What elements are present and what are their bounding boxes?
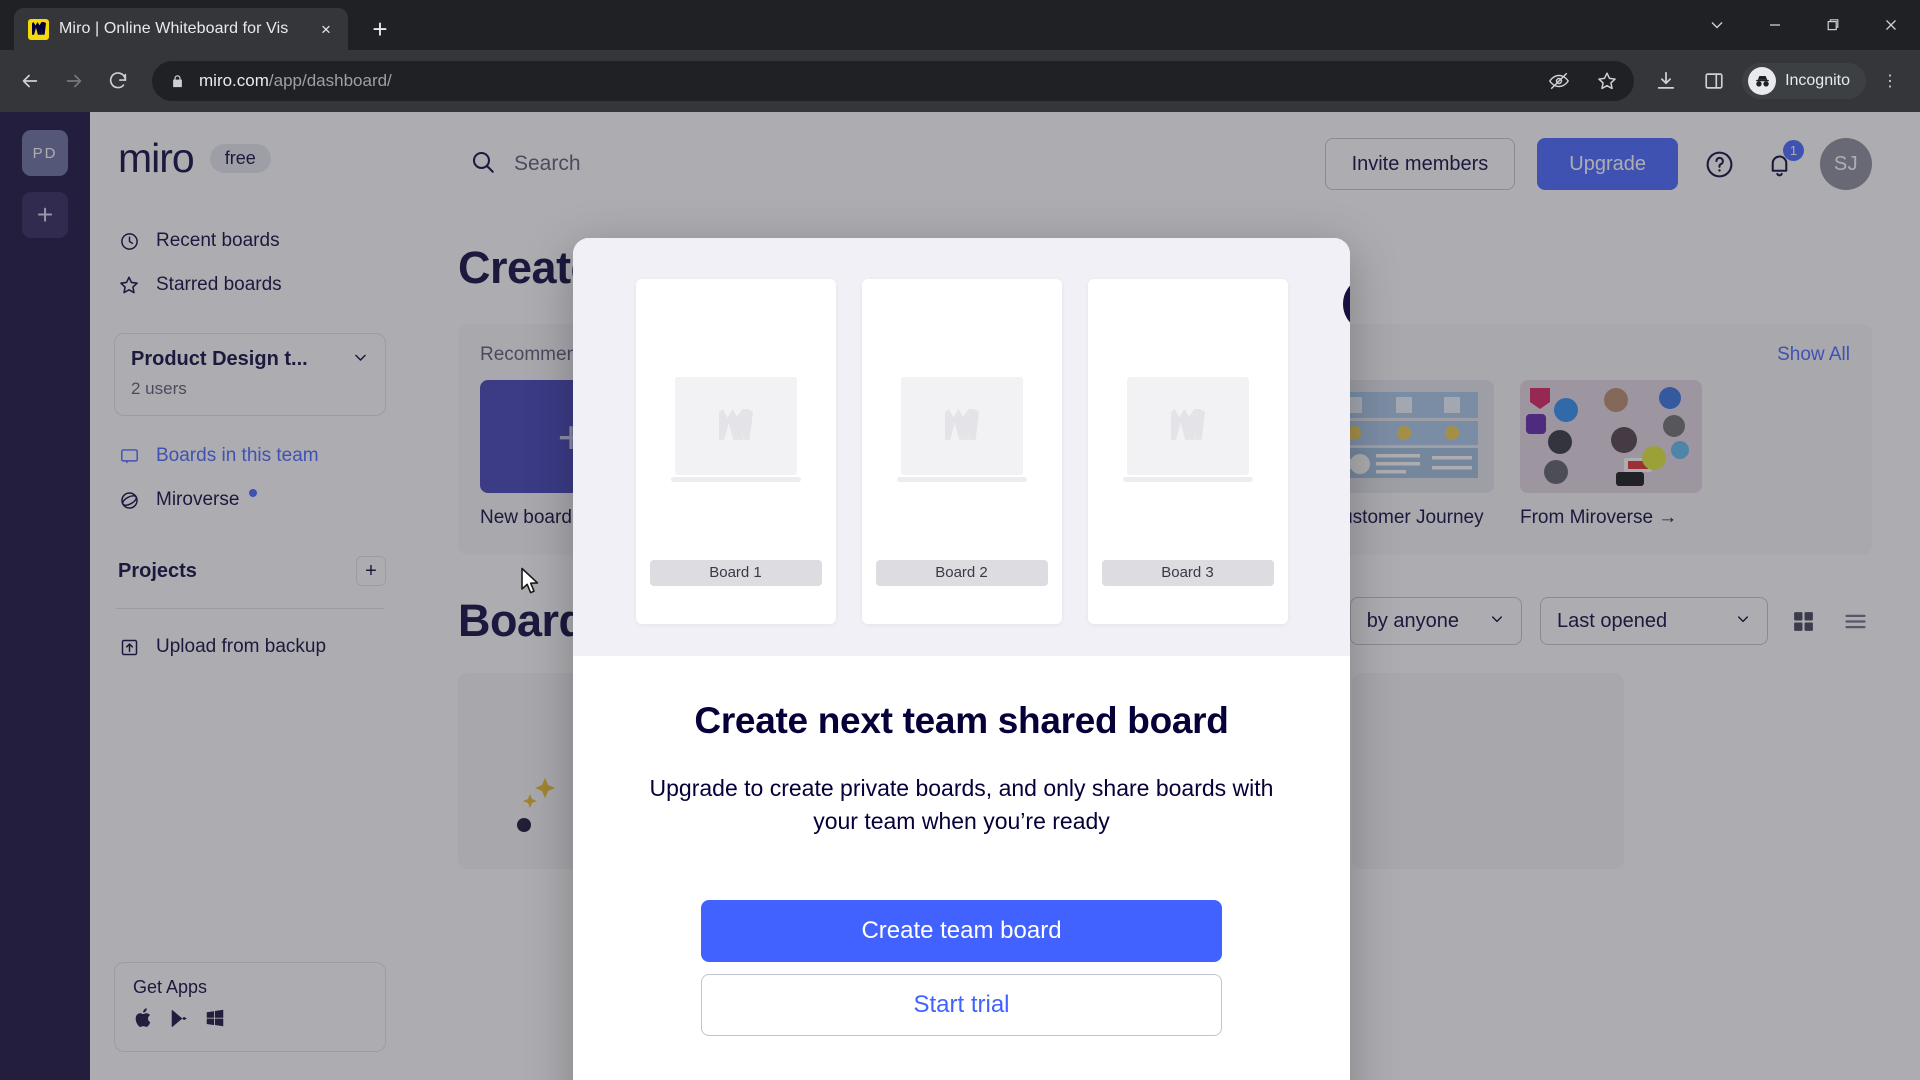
- create-team-board-button[interactable]: Create team board: [701, 899, 1222, 962]
- modal-title: Create next team shared board: [694, 700, 1229, 741]
- browser-menu-button[interactable]: ⋮: [1874, 62, 1906, 100]
- browser-tab[interactable]: Miro | Online Whiteboard for Vis ×: [14, 8, 348, 50]
- hero-board-card: Board 1: [635, 278, 836, 624]
- miro-placeholder-icon: [670, 376, 801, 482]
- mouse-cursor: [520, 567, 542, 602]
- new-tab-button[interactable]: +: [362, 11, 398, 47]
- modal-body: Create next team shared board Upgrade to…: [573, 656, 1350, 1080]
- address-bar-url: miro.com/app/dashboard/: [199, 71, 392, 90]
- window-close-icon[interactable]: [1862, 0, 1920, 50]
- browser-window: Miro | Online Whiteboard for Vis × + mir…: [0, 0, 1920, 1080]
- miro-placeholder-icon: [1122, 376, 1253, 482]
- star-icon[interactable]: [1594, 68, 1620, 94]
- browser-toolbar: miro.com/app/dashboard/ Incognito ⋮: [0, 50, 1920, 112]
- window-controls: [1688, 0, 1920, 50]
- upgrade-modal: Board 1 Board 2 Board 3 Create next team…: [573, 238, 1350, 1080]
- reload-button[interactable]: [98, 61, 138, 101]
- window-maximize-icon[interactable]: [1804, 0, 1862, 50]
- start-trial-button[interactable]: Start trial: [701, 973, 1222, 1036]
- toolbar-actions: Incognito ⋮: [1646, 61, 1910, 101]
- hero-board-name: Board 3: [1101, 559, 1274, 586]
- miro-placeholder-icon: [896, 376, 1027, 482]
- incognito-label: Incognito: [1785, 72, 1850, 89]
- back-button[interactable]: [10, 61, 50, 101]
- page-viewport: PD + miro free Recent boards Starred boa…: [0, 112, 1920, 1080]
- incognito-icon: [1748, 67, 1777, 95]
- hero-board-name: Board 2: [875, 559, 1048, 586]
- hero-board-name: Board 1: [649, 559, 822, 586]
- modal-actions: Create team board Start trial: [631, 899, 1292, 1036]
- incognito-indicator[interactable]: Incognito: [1742, 63, 1866, 99]
- hero-board-card: Board 3: [1087, 278, 1288, 624]
- forward-button[interactable]: [54, 61, 94, 101]
- miro-favicon-icon: [28, 18, 49, 40]
- browser-tabstrip: Miro | Online Whiteboard for Vis × +: [0, 0, 1920, 50]
- lock-icon: [168, 72, 186, 90]
- browser-tab-title: Miro | Online Whiteboard for Vis: [59, 20, 289, 37]
- window-minimize-icon[interactable]: [1746, 0, 1804, 50]
- address-bar[interactable]: miro.com/app/dashboard/: [152, 61, 1635, 101]
- eye-slash-icon[interactable]: [1546, 68, 1572, 94]
- tab-close-icon[interactable]: ×: [314, 17, 338, 41]
- tab-search-icon[interactable]: [1688, 0, 1746, 50]
- hero-board-card: Board 2: [861, 278, 1062, 624]
- modal-illustration: Board 1 Board 2 Board 3: [573, 238, 1350, 656]
- modal-subtitle: Upgrade to create private boards, and on…: [649, 775, 1274, 834]
- side-panel-icon[interactable]: [1694, 61, 1734, 101]
- download-icon[interactable]: [1646, 61, 1686, 101]
